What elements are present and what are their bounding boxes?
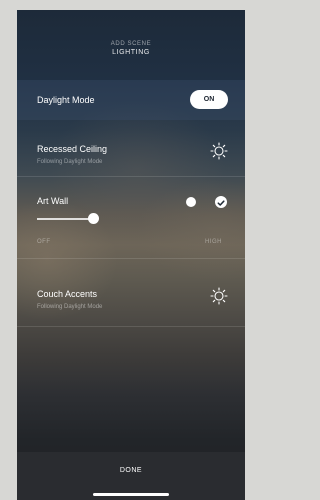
slider-max-label: HIGH bbox=[205, 239, 222, 245]
header-title: LIGHTING bbox=[112, 49, 150, 56]
light-row-art-wall[interactable]: Art Wall bbox=[17, 177, 245, 257]
daylight-mode-row[interactable]: Daylight Mode ON bbox=[17, 80, 245, 120]
power-dot-icon[interactable] bbox=[186, 197, 196, 207]
slider-min-label: OFF bbox=[37, 239, 51, 245]
home-indicator bbox=[93, 493, 169, 496]
header: ADD SCENE LIGHTING bbox=[17, 40, 245, 57]
brightness-sun-icon[interactable] bbox=[210, 142, 228, 160]
checkmark-icon[interactable] bbox=[215, 196, 227, 208]
scene-screen: ADD SCENE LIGHTING Daylight Mode ON Rece… bbox=[17, 10, 245, 500]
light-status: Following Daylight Mode bbox=[37, 304, 103, 310]
light-row-couch-accents[interactable]: Couch Accents Following Daylight Mode bbox=[17, 259, 245, 325]
done-bar: DONE bbox=[17, 452, 245, 500]
light-row-recessed-ceiling[interactable]: Recessed Ceiling Following Daylight Mode bbox=[17, 120, 245, 175]
brightness-slider-track[interactable] bbox=[37, 218, 94, 220]
light-name: Recessed Ceiling bbox=[37, 144, 108, 154]
header-subtitle: ADD SCENE bbox=[110, 41, 152, 47]
brightness-sun-icon[interactable] bbox=[210, 287, 228, 305]
light-name: Couch Accents bbox=[37, 289, 98, 299]
daylight-mode-toggle[interactable]: ON bbox=[190, 90, 228, 109]
divider bbox=[17, 326, 245, 327]
light-name: Art Wall bbox=[37, 196, 69, 206]
light-status: Following Daylight Mode bbox=[37, 159, 103, 165]
brightness-slider-handle[interactable] bbox=[87, 213, 99, 224]
done-button[interactable]: DONE bbox=[17, 467, 245, 474]
daylight-mode-label: Daylight Mode bbox=[37, 95, 95, 105]
